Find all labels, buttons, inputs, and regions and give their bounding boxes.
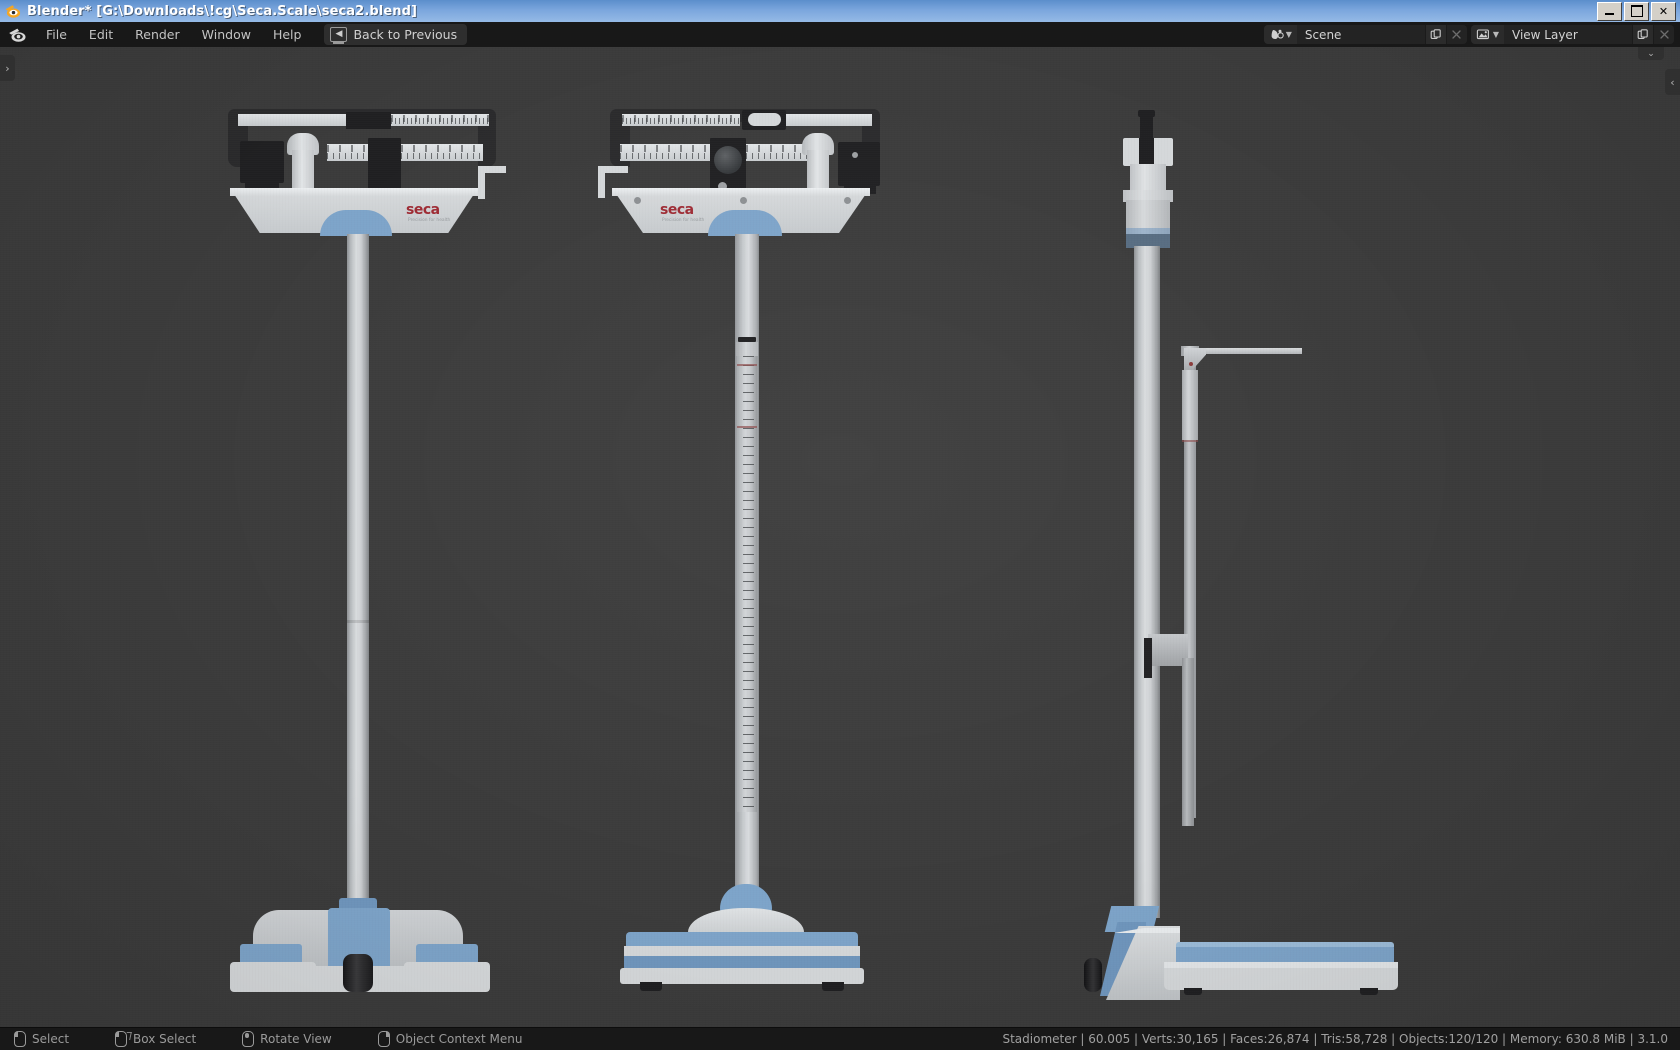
blender-logo-icon (4, 2, 22, 20)
unlink-scene-button[interactable] (1445, 25, 1467, 44)
keymap-rotate-view: Rotate View (242, 1031, 332, 1047)
blender-topbar: File Edit Render Window Help ◀ Back to P… (0, 22, 1680, 48)
close-button[interactable]: ✕ (1651, 1, 1676, 21)
chevron-down-icon: ▼ (1285, 29, 1292, 39)
menu-window[interactable]: Window (191, 24, 262, 45)
menu-file[interactable]: File (35, 24, 78, 45)
brand-tagline: Precision for health (408, 218, 451, 223)
mouse-right-icon (377, 1030, 391, 1047)
scene-selector[interactable]: ▼ Scene (1263, 25, 1467, 44)
keymap-select: Select (13, 1030, 70, 1047)
restore-button[interactable] (1624, 1, 1649, 21)
header-toggle-top[interactable]: ⌄ (1638, 47, 1664, 60)
sidebar-toggle-right[interactable]: ‹ (1665, 69, 1680, 95)
keymap-object-context-menu: Object Context Menu (377, 1030, 523, 1047)
main-menubar: File Edit Render Window Help (35, 24, 312, 45)
new-view-layer-button[interactable] (1632, 25, 1653, 44)
status-bar: Select Box Select Rotate View Object Con… (0, 1027, 1680, 1050)
toolbar-toggle-left[interactable]: › (0, 55, 15, 81)
back-to-previous-label: Back to Previous (353, 27, 458, 42)
mouse-left-icon (13, 1030, 26, 1047)
blender-logo-icon[interactable] (7, 26, 29, 44)
scene-statistics: Stadiometer | 60.005 | Verts:30,165 | Fa… (1002, 1032, 1668, 1046)
window-controls: ✕ (1597, 1, 1676, 21)
blender-window: Blender* [G:\Downloads\!cg\Seca.Scale\se… (0, 0, 1680, 1050)
mouse-left-drag-icon (114, 1030, 128, 1047)
scene-name[interactable]: Scene (1297, 28, 1425, 42)
view-layer-icon[interactable]: ▼ (1470, 25, 1504, 44)
seca-scale-side-view[interactable] (1084, 60, 1450, 1000)
menu-render[interactable]: Render (124, 24, 191, 45)
brand-logo: seca (406, 202, 440, 218)
seca-scale-rear-view[interactable]: seca Precision for health (598, 60, 895, 992)
mouse-middle-icon (242, 1031, 255, 1047)
keymap-rotate-view-label: Rotate View (260, 1032, 332, 1046)
3d-viewport[interactable]: seca Precision for health seca Precision… (0, 47, 1680, 1028)
window-title: Blender* [G:\Downloads\!cg\Seca.Scale\se… (27, 3, 418, 19)
screen-back-icon: ◀ (330, 27, 348, 44)
keymap-box-select-label: Box Select (133, 1032, 197, 1046)
scene-icon[interactable]: ▼ (1263, 25, 1297, 44)
remove-view-layer-button[interactable] (1653, 25, 1674, 44)
window-titlebar: Blender* [G:\Downloads\!cg\Seca.Scale\se… (0, 0, 1680, 23)
keymap-object-context-menu-label: Object Context Menu (395, 1032, 523, 1046)
menu-help[interactable]: Help (262, 24, 313, 45)
chevron-down-icon: ▼ (1492, 29, 1499, 39)
keymap-hints: Select Box Select Rotate View Object Con… (0, 1030, 568, 1047)
brand-tagline: Precision for health (662, 218, 705, 223)
keymap-box-select: Box Select (114, 1030, 197, 1047)
keymap-select-label: Select (32, 1032, 70, 1046)
back-to-previous-button[interactable]: ◀ Back to Previous (324, 24, 468, 45)
topbar-right-group: ▼ Scene ▼ View Layer (1260, 25, 1680, 44)
view-layer-name[interactable]: View Layer (1504, 28, 1632, 42)
new-scene-button[interactable] (1424, 25, 1446, 44)
minimize-button[interactable] (1597, 1, 1622, 21)
menu-edit[interactable]: Edit (78, 24, 124, 45)
brand-logo: seca (660, 202, 694, 218)
view-layer-selector[interactable]: ▼ View Layer (1470, 25, 1674, 44)
seca-scale-front-view[interactable]: seca Precision for health (228, 60, 513, 992)
